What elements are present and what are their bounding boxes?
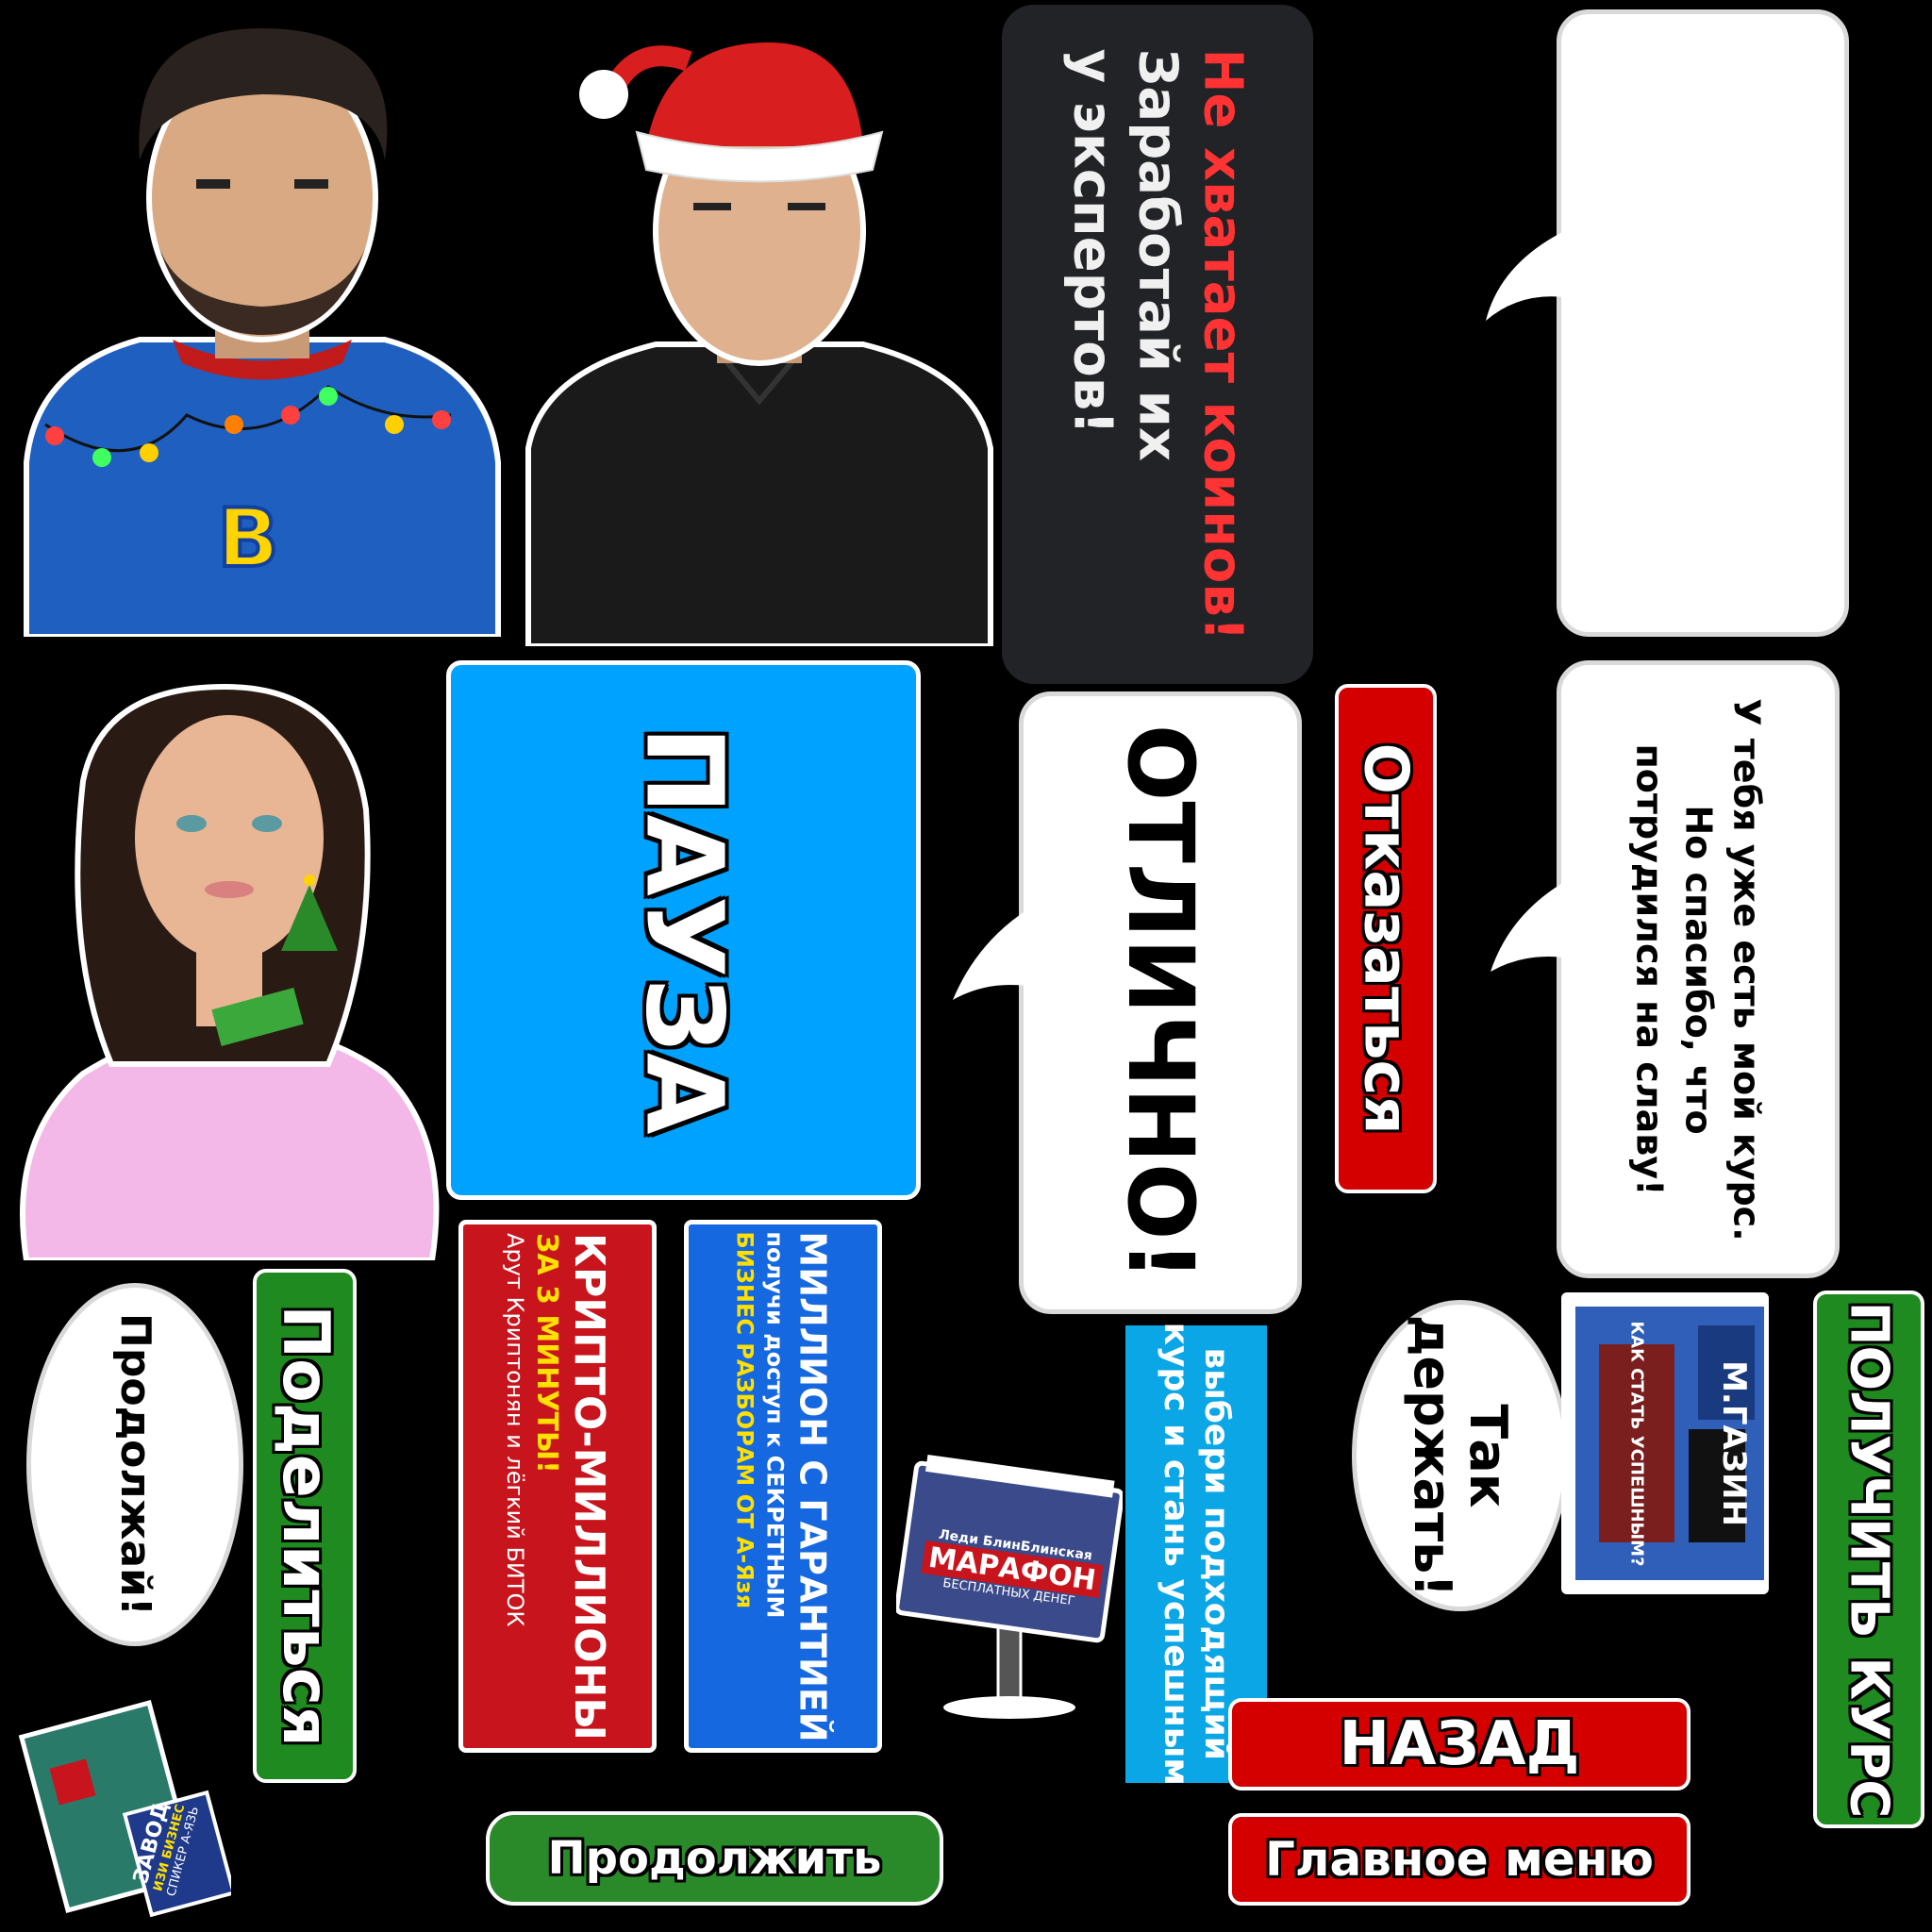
million-title: МИЛЛИОН С ГАРАНТИЕЙ (792, 1230, 835, 1742)
pause-panel: ПАУЗА (446, 660, 921, 1200)
earn-them-text: Заработай их (1126, 48, 1189, 461)
excellent-bubble-tail (953, 910, 1026, 1000)
get-course-label: ПОЛУЧИТЬ КУРС (1838, 1301, 1900, 1818)
pause-title: ПАУЗА (622, 725, 745, 1135)
empty-speech-bubble (1557, 9, 1849, 637)
crypto-subtitle: ЗА 3 МИНУТЫ! (530, 1232, 564, 1474)
share-label: Поделиться (267, 1305, 342, 1747)
course-reply-bubble: У тебя уже есть мой курс. Но спасибо, чт… (1557, 660, 1840, 1278)
million-guarantee-banner[interactable]: МИЛЛИОН С ГАРАНТИЕЙ получи доступ к СЕКР… (684, 1220, 882, 1753)
refuse-button[interactable]: Отказаться (1335, 684, 1437, 1193)
character-santa-man (524, 5, 995, 649)
course-reply-text: У тебя уже есть мой курс. Но спасибо, чт… (1629, 697, 1768, 1241)
refuse-label: Отказаться (1351, 742, 1421, 1135)
crypto-millions-banner[interactable]: КРИПТО-МИЛЛИОНЫ ЗА 3 МИНУТЫ! Арут Крипто… (458, 1220, 657, 1753)
million-line1: получи доступ к СЕКРЕТНЫМ (762, 1230, 790, 1618)
santa-man-illustration (525, 42, 993, 649)
sweater-logo-icon: B (217, 491, 279, 586)
choose-course-text: выбери подходящий курс и стань успешным (1157, 1322, 1237, 1787)
continue-bubble-text: Продолжай! (110, 1313, 159, 1616)
continue-bubble: Продолжай! (26, 1283, 243, 1646)
from-experts-text: у экспертов! (1061, 48, 1124, 435)
million-line2: БИЗНЕС РАЗБОРАМ ОТ А-Язя (732, 1230, 759, 1608)
shop-building[interactable]: М.ГАЗИН КАК СТАТЬ УСПЕШНЫМ? (1557, 1288, 1774, 1599)
excellent-bubble: ОТЛИЧНО! (1019, 691, 1302, 1314)
crypto-title: КРИПТО-МИЛЛИОНЫ (565, 1232, 614, 1740)
sweater-man-illustration: B (24, 28, 501, 640)
main-menu-label: Главное меню (1264, 1832, 1654, 1887)
shop-subtitle: КАК СТАТЬ УСПЕШНЫМ? (1626, 1320, 1647, 1567)
empty-bubble-tail (1486, 231, 1564, 321)
continue-label: Продолжить (547, 1832, 882, 1885)
keep-going-text: Так держать! (1403, 1314, 1519, 1597)
character-woman (8, 668, 451, 1263)
crypto-small-text: Арут Криптонян и лёгкий БИТОК (502, 1232, 529, 1626)
share-button[interactable]: Поделиться (253, 1269, 357, 1783)
get-course-button[interactable]: ПОЛУЧИТЬ КУРС (1813, 1291, 1924, 1828)
main-menu-button[interactable]: Главное меню (1228, 1813, 1690, 1906)
continue-button[interactable]: Продолжить (486, 1811, 943, 1906)
not-enough-coins-bubble: Не хватает коинов! Заработай их у экспер… (1002, 5, 1313, 684)
factory-building[interactable]: ЗАВОД ИЗИ БИЗНЕС СПИКЕР А-ЯЗЬ (14, 1689, 237, 1920)
back-button[interactable]: НАЗАД (1228, 1698, 1690, 1790)
course-bubble-tail (1491, 882, 1564, 972)
excellent-text: ОТЛИЧНО! (1108, 724, 1214, 1282)
not-enough-coins-text: Не хватает коинов! (1191, 48, 1254, 641)
woman-illustration (20, 683, 440, 1263)
keep-going-bubble: Так держать! (1352, 1300, 1569, 1611)
character-sweater-man: B (17, 9, 508, 640)
back-label: НАЗАД (1339, 1709, 1580, 1779)
shop-title: М.ГАЗИН (1714, 1360, 1753, 1526)
marathon-sign[interactable]: Леди БлинБлинская МАРАФОН БЕСПЛАТНЫХ ДЕН… (894, 1448, 1124, 1722)
